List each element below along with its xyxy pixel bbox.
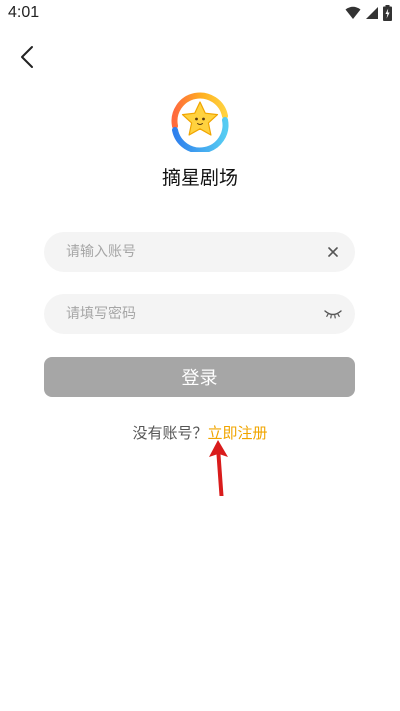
register-row: 没有账号？立即注册	[0, 422, 400, 443]
wifi-icon	[345, 6, 361, 19]
back-button[interactable]	[12, 42, 42, 72]
signal-icon	[366, 7, 378, 19]
clear-button[interactable]	[323, 242, 343, 262]
account-input[interactable]	[44, 232, 304, 272]
status-bar: 4:01	[0, 0, 400, 28]
register-prompt: 没有账号？	[132, 424, 208, 442]
eye-closed-icon	[324, 310, 342, 319]
app-title: 摘星剧场	[161, 167, 238, 189]
battery-charging-icon	[383, 5, 392, 21]
app-logo	[171, 92, 229, 152]
annotation-arrow	[209, 440, 228, 496]
password-visibility-toggle[interactable]	[323, 304, 343, 324]
login-button[interactable]: 登录	[44, 357, 355, 397]
status-icons	[345, 5, 392, 21]
password-input[interactable]	[44, 294, 304, 334]
close-icon	[328, 247, 338, 257]
password-field	[44, 294, 355, 334]
account-field	[44, 232, 355, 272]
status-time: 4:01	[8, 4, 40, 21]
chevron-left-icon	[21, 46, 33, 68]
